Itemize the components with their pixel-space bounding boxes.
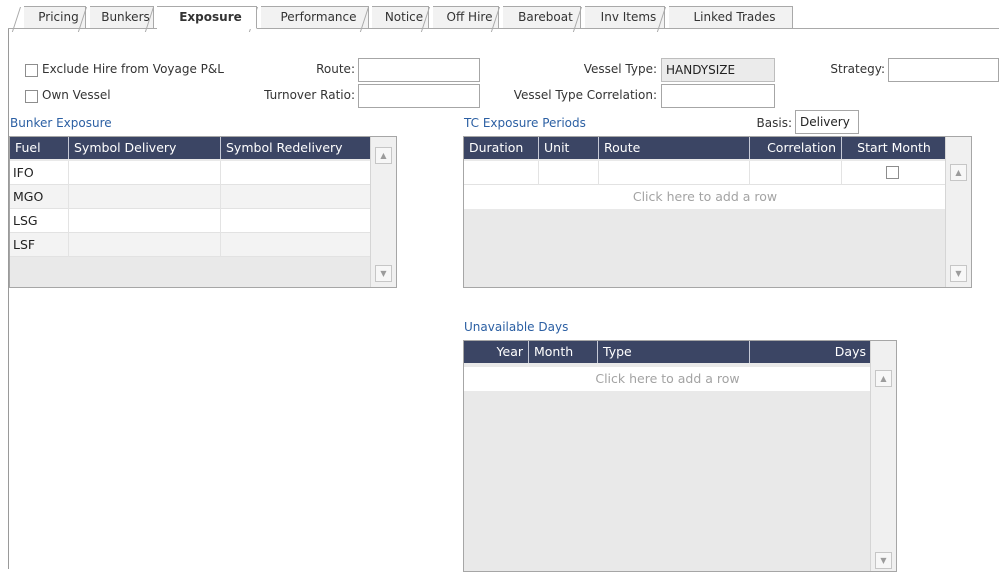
fuel-cell: IFO [10, 161, 69, 185]
column-header-duration[interactable]: Duration [464, 137, 539, 159]
tab-off-hire[interactable]: Off Hire [433, 6, 499, 29]
duration-cell[interactable] [464, 161, 539, 185]
vessel-type-field[interactable]: HANDYSIZE [661, 58, 775, 82]
start-month-cell[interactable] [842, 161, 946, 185]
route-label: Route: [316, 62, 355, 76]
column-header-unit[interactable]: Unit [539, 137, 599, 159]
bunker-exposure-grid: Fuel Symbol Delivery Symbol Redelivery I… [9, 136, 397, 288]
column-header-start-month[interactable]: Start Month [842, 137, 946, 159]
tab-label: Pricing [38, 10, 79, 24]
scroll-down-arrow-icon[interactable]: ▼ [375, 265, 392, 282]
vertical-scrollbar[interactable]: ▲ ▼ [945, 137, 971, 287]
tab-label: Bunkers [101, 10, 150, 24]
add-row-button[interactable]: Click here to add a row [464, 185, 946, 209]
tab-performance[interactable]: Performance [261, 6, 369, 29]
basis-label: Basis: [756, 116, 792, 130]
vertical-scrollbar[interactable]: ▲ ▼ [870, 341, 896, 571]
fuel-cell: MGO [10, 185, 69, 209]
tab-label: Bareboat [518, 10, 573, 24]
tab-label: Linked Trades [693, 10, 776, 24]
symbol-redelivery-cell[interactable] [221, 161, 371, 185]
tab-bunkers[interactable]: Bunkers [90, 6, 154, 29]
tab-bareboat[interactable]: Bareboat [503, 6, 581, 29]
column-header-month[interactable]: Month [529, 341, 598, 363]
column-header-route[interactable]: Route [599, 137, 750, 159]
symbol-redelivery-cell[interactable] [221, 233, 371, 257]
turnover-ratio-label: Turnover Ratio: [264, 88, 355, 102]
strategy-input[interactable] [888, 58, 999, 82]
tc-exposure-title: TC Exposure Periods [464, 116, 586, 130]
bunker-exposure-title: Bunker Exposure [10, 116, 112, 130]
scroll-up-arrow-icon[interactable]: ▲ [875, 370, 892, 387]
column-header-year[interactable]: Year [464, 341, 529, 363]
tc-exposure-grid: Duration Unit Route Correlation Start Mo… [463, 136, 972, 288]
fuel-cell: LSG [10, 209, 69, 233]
column-header-correlation[interactable]: Correlation [750, 137, 842, 159]
column-header-fuel[interactable]: Fuel [10, 137, 69, 159]
table-row[interactable] [464, 161, 946, 185]
scroll-up-arrow-icon[interactable]: ▲ [375, 147, 392, 164]
turnover-ratio-input[interactable] [358, 84, 480, 108]
column-header-symbol-redelivery[interactable]: Symbol Redelivery [221, 137, 371, 159]
tab-label: Inv Items [600, 10, 657, 24]
tab-pricing[interactable]: Pricing [24, 6, 86, 29]
tab-inv-items[interactable]: Inv Items [585, 6, 665, 29]
tab-exposure[interactable]: Exposure [157, 6, 257, 29]
route-cell[interactable] [599, 161, 750, 185]
basis-select[interactable]: Delivery [795, 110, 859, 134]
panel-left-border [8, 28, 9, 569]
vessel-type-label: Vessel Type: [583, 62, 657, 76]
fuel-cell: LSF [10, 233, 69, 257]
table-row[interactable]: IFO [10, 161, 371, 185]
vessel-type-correlation-label: Vessel Type Correlation: [513, 88, 657, 102]
add-row-button[interactable]: Click here to add a row [464, 367, 871, 391]
column-header-symbol-delivery[interactable]: Symbol Delivery [69, 137, 221, 159]
correlation-cell[interactable] [750, 161, 842, 185]
vessel-type-correlation-input[interactable] [661, 84, 775, 108]
symbol-delivery-cell[interactable] [69, 185, 221, 209]
strategy-label: Strategy: [830, 62, 885, 76]
tab-label: Notice [384, 10, 424, 24]
column-header-type[interactable]: Type [598, 341, 750, 363]
tab-label: Performance [280, 10, 357, 24]
unavailable-days-header: Year Month Type Days [464, 341, 871, 363]
table-row[interactable]: MGO [10, 185, 371, 209]
tab-notice[interactable]: Notice [372, 6, 429, 29]
tab-label: Exposure [179, 10, 242, 24]
table-row[interactable]: LSF [10, 233, 371, 257]
exclude-hire-checkbox[interactable] [25, 64, 38, 77]
own-vessel-checkbox[interactable] [25, 90, 38, 103]
symbol-delivery-cell[interactable] [69, 161, 221, 185]
unavailable-days-grid: Year Month Type Days Click here to add a… [463, 340, 897, 572]
exclude-hire-label: Exclude Hire from Voyage P&L [42, 62, 224, 76]
symbol-delivery-cell[interactable] [69, 233, 221, 257]
scroll-up-arrow-icon[interactable]: ▲ [950, 164, 967, 181]
symbol-delivery-cell[interactable] [69, 209, 221, 233]
symbol-redelivery-cell[interactable] [221, 185, 371, 209]
tc-exposure-header: Duration Unit Route Correlation Start Mo… [464, 137, 946, 159]
symbol-redelivery-cell[interactable] [221, 209, 371, 233]
tab-linked-trades[interactable]: Linked Trades [669, 6, 793, 29]
tab-label: Off Hire [446, 10, 493, 24]
vertical-scrollbar[interactable]: ▲ ▼ [370, 137, 396, 287]
scroll-down-arrow-icon[interactable]: ▼ [950, 265, 967, 282]
start-month-checkbox[interactable] [886, 166, 899, 179]
bunker-exposure-header: Fuel Symbol Delivery Symbol Redelivery [10, 137, 371, 159]
route-input[interactable] [358, 58, 480, 82]
table-row[interactable]: LSG [10, 209, 371, 233]
column-header-days[interactable]: Days [750, 341, 871, 363]
own-vessel-label: Own Vessel [42, 88, 111, 102]
unavailable-days-title: Unavailable Days [464, 320, 569, 334]
scroll-down-arrow-icon[interactable]: ▼ [875, 552, 892, 569]
unit-cell[interactable] [539, 161, 599, 185]
